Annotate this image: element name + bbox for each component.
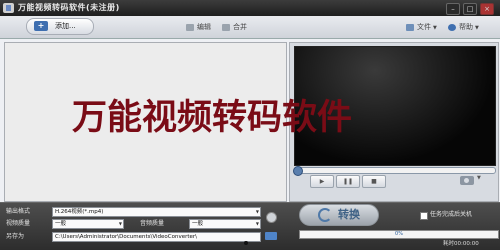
maximize-icon[interactable]: □ [463,3,477,15]
toolbar: + 添加... 编辑 合并 文件 ▼ 帮助 ▼ [0,16,500,39]
help-icon [448,23,456,31]
convert-icon [318,208,332,222]
merge-icon [222,23,230,31]
audio-quality-value: 一般 [192,221,204,227]
save-path-input[interactable]: C:\Users\Administrator\Documents\VideoCo… [52,232,261,242]
chevron-down-icon: ▼ [255,221,259,226]
video-quality-select[interactable]: 一般 ▼ [52,219,124,229]
shutdown-label: 任务完成后关机 [430,211,473,218]
audio-quality-select[interactable]: 一般 ▼ [189,219,261,229]
elapsed-value: 00:00:00 [454,241,479,247]
progress-text: 0% [395,231,403,237]
play-button[interactable]: ▶ [310,175,334,188]
shutdown-checkbox[interactable] [420,212,428,220]
progress-bar: 0% [299,230,499,239]
edit-button[interactable]: 编辑 [186,22,211,32]
video-quality-value: 一般 [55,221,67,227]
convert-button[interactable]: 转换 [299,204,379,226]
output-panel: 输出格式 H.264视频(*.mp4) ▼ 视频质量 一般 ▼ 音频质量 一般 … [0,202,500,250]
help-menu-label: 帮助 [459,23,473,31]
window-title: 万能视频转码软件(未注册) [18,3,120,12]
app-window: 万能视频转码软件(未注册) – □ × + 添加... 编辑 合并 文件 ▼ 帮助… [0,0,500,250]
app-logo-icon [3,3,14,13]
chevron-down-icon: ▼ [475,25,479,31]
camera-icon[interactable] [460,176,474,185]
chevron-down-icon: ▼ [433,25,437,31]
add-button[interactable]: + 添加... [26,18,94,35]
close-icon[interactable]: × [480,3,494,15]
audio-quality-label: 音频质量 [140,220,165,227]
file-menu-label: 文件 [417,23,431,31]
add-file-icon: + [34,21,48,31]
seek-handle[interactable] [293,166,303,176]
video-quality-label: 视频质量 [6,220,31,227]
settings-icon[interactable] [266,212,277,223]
watermark-text: 万能视频转码软件 [72,98,353,138]
add-button-label: 添加... [55,22,76,30]
stop-button[interactable]: ■ [362,175,386,188]
help-menu[interactable]: 帮助 ▼ [448,22,479,32]
edit-icon [186,23,194,31]
minimize-icon[interactable]: – [446,3,460,15]
file-menu[interactable]: 文件 ▼ [406,22,437,32]
elapsed-time: 耗时00:00:00 [443,240,479,248]
pause-button[interactable]: ❚❚ [336,175,360,188]
convert-button-label: 转换 [338,208,360,221]
seek-slider[interactable] [293,166,496,176]
output-format-select[interactable]: H.264视频(*.mp4) ▼ [52,207,261,217]
title-bar: 万能视频转码软件(未注册) – □ × [0,0,500,16]
elapsed-label: 耗时 [443,241,455,247]
save-as-label: 另存为 [6,233,25,240]
merge-button[interactable]: 合并 [222,22,247,32]
edit-label: 编辑 [197,23,211,31]
output-format-value: H.264视频(*.mp4) [55,209,104,215]
output-format-label: 输出格式 [6,208,31,215]
merge-label: 合并 [233,23,247,31]
folder-icon[interactable] [265,232,277,240]
chevron-down-icon: ▼ [118,221,122,226]
chevron-down-icon: ▼ [255,209,259,214]
file-icon [406,23,414,31]
chevron-down-icon[interactable]: ▼ [477,175,481,181]
splitter-dot [244,241,248,245]
